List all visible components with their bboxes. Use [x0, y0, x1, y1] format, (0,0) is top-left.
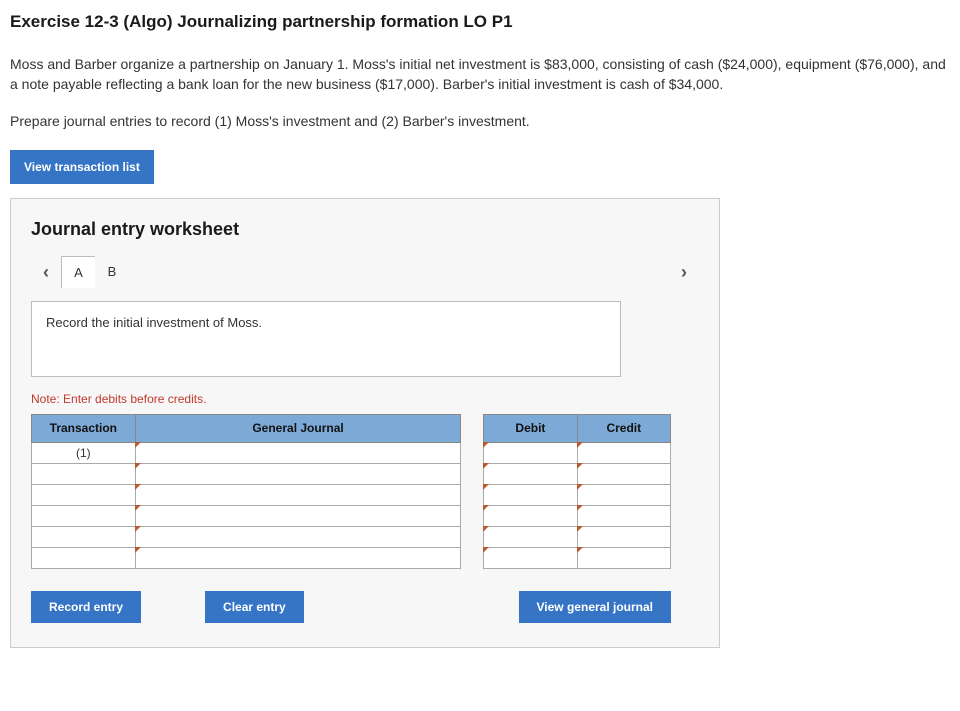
- table-row: [32, 526, 671, 547]
- cell-debit[interactable]: [484, 484, 577, 505]
- cell-debit[interactable]: [484, 442, 577, 463]
- chevron-left-icon[interactable]: ‹: [31, 256, 61, 288]
- page-title: Exercise 12-3 (Algo) Journalizing partne…: [10, 10, 950, 34]
- transaction-prompt: Record the initial investment of Moss.: [31, 301, 621, 377]
- cell-credit[interactable]: [577, 547, 670, 568]
- cell-credit[interactable]: [577, 442, 670, 463]
- cell-transaction[interactable]: (1): [32, 442, 136, 463]
- col-header-general-journal: General Journal: [135, 415, 461, 443]
- debit-credit-note: Note: Enter debits before credits.: [31, 391, 699, 408]
- spacer: [461, 484, 484, 505]
- col-header-debit: Debit: [484, 415, 577, 443]
- col-header-transaction: Transaction: [32, 415, 136, 443]
- cell-debit[interactable]: [484, 547, 577, 568]
- view-general-journal-button[interactable]: View general journal: [519, 591, 671, 623]
- cell-credit[interactable]: [577, 484, 670, 505]
- clear-entry-button[interactable]: Clear entry: [205, 591, 304, 623]
- table-row: (1): [32, 442, 671, 463]
- cell-transaction[interactable]: [32, 547, 136, 568]
- cell-general-journal[interactable]: [135, 442, 461, 463]
- spacer: [461, 547, 484, 568]
- cell-transaction[interactable]: [32, 484, 136, 505]
- cell-transaction[interactable]: [32, 463, 136, 484]
- cell-general-journal[interactable]: [135, 463, 461, 484]
- cell-general-journal[interactable]: [135, 526, 461, 547]
- cell-debit[interactable]: [484, 463, 577, 484]
- problem-description: Moss and Barber organize a partnership o…: [10, 54, 950, 95]
- spacer: [461, 415, 484, 443]
- worksheet-panel: Journal entry worksheet ‹ A B › Record t…: [10, 198, 720, 648]
- journal-table: Transaction General Journal Debit Credit…: [31, 414, 671, 569]
- col-header-credit: Credit: [577, 415, 670, 443]
- table-row: [32, 463, 671, 484]
- chevron-right-icon[interactable]: ›: [669, 256, 699, 288]
- cell-credit[interactable]: [577, 526, 670, 547]
- spacer: [461, 442, 484, 463]
- action-button-row: Record entry Clear entry View general jo…: [31, 591, 671, 623]
- spacer: [461, 505, 484, 526]
- spacer: [461, 463, 484, 484]
- view-transaction-list-button[interactable]: View transaction list: [10, 150, 154, 184]
- tab-navigation: ‹ A B ›: [31, 256, 699, 288]
- cell-general-journal[interactable]: [135, 484, 461, 505]
- table-row: [32, 505, 671, 526]
- problem-instruction: Prepare journal entries to record (1) Mo…: [10, 112, 950, 132]
- cell-credit[interactable]: [577, 463, 670, 484]
- table-row: [32, 547, 671, 568]
- tab-a[interactable]: A: [61, 256, 95, 288]
- cell-debit[interactable]: [484, 505, 577, 526]
- cell-transaction[interactable]: [32, 505, 136, 526]
- tab-b[interactable]: B: [95, 256, 129, 288]
- cell-general-journal[interactable]: [135, 505, 461, 526]
- worksheet-title: Journal entry worksheet: [31, 217, 699, 242]
- spacer: [461, 526, 484, 547]
- table-row: [32, 484, 671, 505]
- cell-debit[interactable]: [484, 526, 577, 547]
- record-entry-button[interactable]: Record entry: [31, 591, 141, 623]
- cell-transaction[interactable]: [32, 526, 136, 547]
- cell-general-journal[interactable]: [135, 547, 461, 568]
- cell-credit[interactable]: [577, 505, 670, 526]
